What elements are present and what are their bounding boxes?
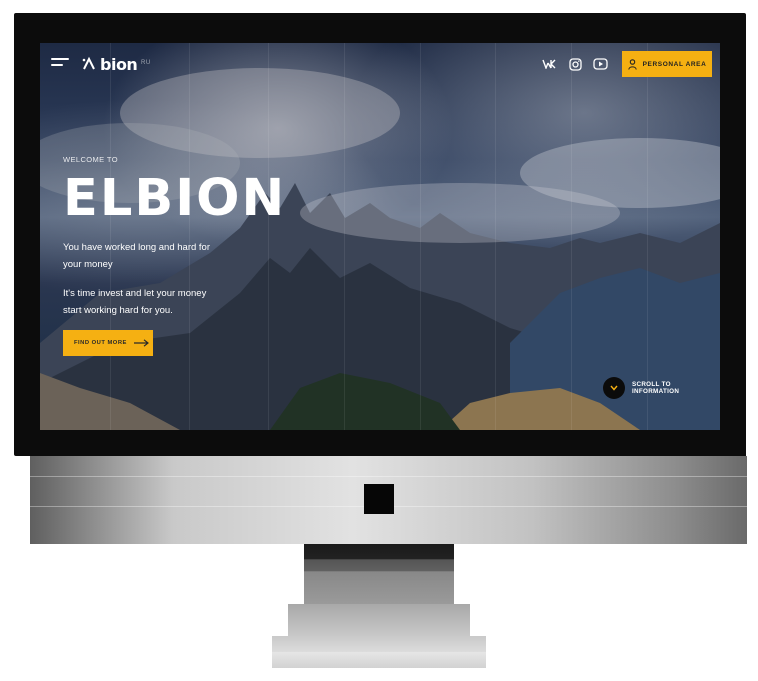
- youtube-icon[interactable]: [591, 55, 609, 73]
- grid-line: [110, 43, 111, 430]
- hero-description-2: It's time invest and let your money star…: [63, 288, 207, 316]
- arrow-right-icon: [133, 339, 149, 347]
- monitor-stand-foot: [272, 636, 486, 652]
- logo-mark-icon: [82, 56, 95, 70]
- monitor-stand-base: [288, 604, 470, 636]
- grid-line: [268, 43, 269, 430]
- monitor-stand-neck: [304, 544, 454, 604]
- scroll-to-information[interactable]: SCROLL TO INFORMATION: [603, 377, 720, 399]
- find-out-more-button[interactable]: FIND OUT MORE: [63, 330, 153, 356]
- grid-line: [189, 43, 190, 430]
- site-header: bion RU PERSONAL AREA: [40, 43, 720, 87]
- vk-icon[interactable]: [540, 55, 558, 73]
- grid-line: [495, 43, 496, 430]
- personal-area-button[interactable]: PERSONAL AREA: [622, 51, 712, 77]
- grid-line: [420, 43, 421, 430]
- monitor-logo-square: [364, 484, 394, 514]
- menu-icon[interactable]: [51, 58, 69, 68]
- mountain-background: [40, 68, 720, 430]
- website-screen: bion RU PERSONAL AREA WELCOME TO ELBION …: [40, 43, 720, 430]
- personal-area-label: PERSONAL AREA: [642, 60, 707, 68]
- scroll-circle: [603, 377, 625, 399]
- language-switch[interactable]: RU: [141, 60, 151, 66]
- instagram-icon[interactable]: [566, 55, 584, 73]
- chevron-down-icon: [610, 385, 618, 391]
- grid-line: [571, 43, 572, 430]
- hero-title: ELBION: [63, 169, 287, 228]
- site-logo[interactable]: bion: [82, 54, 138, 74]
- welcome-text: WELCOME TO: [63, 155, 118, 164]
- monitor-stand-foot-lower: [272, 652, 486, 668]
- hero-description-1: You have worked long and hard for your m…: [63, 242, 211, 270]
- logo-text: bion: [100, 54, 138, 74]
- user-icon: [627, 58, 637, 70]
- grid-line: [647, 43, 648, 430]
- scroll-label: SCROLL TO INFORMATION: [631, 381, 680, 395]
- grid-line: [344, 43, 345, 430]
- find-out-more-label: FIND OUT MORE: [74, 340, 127, 346]
